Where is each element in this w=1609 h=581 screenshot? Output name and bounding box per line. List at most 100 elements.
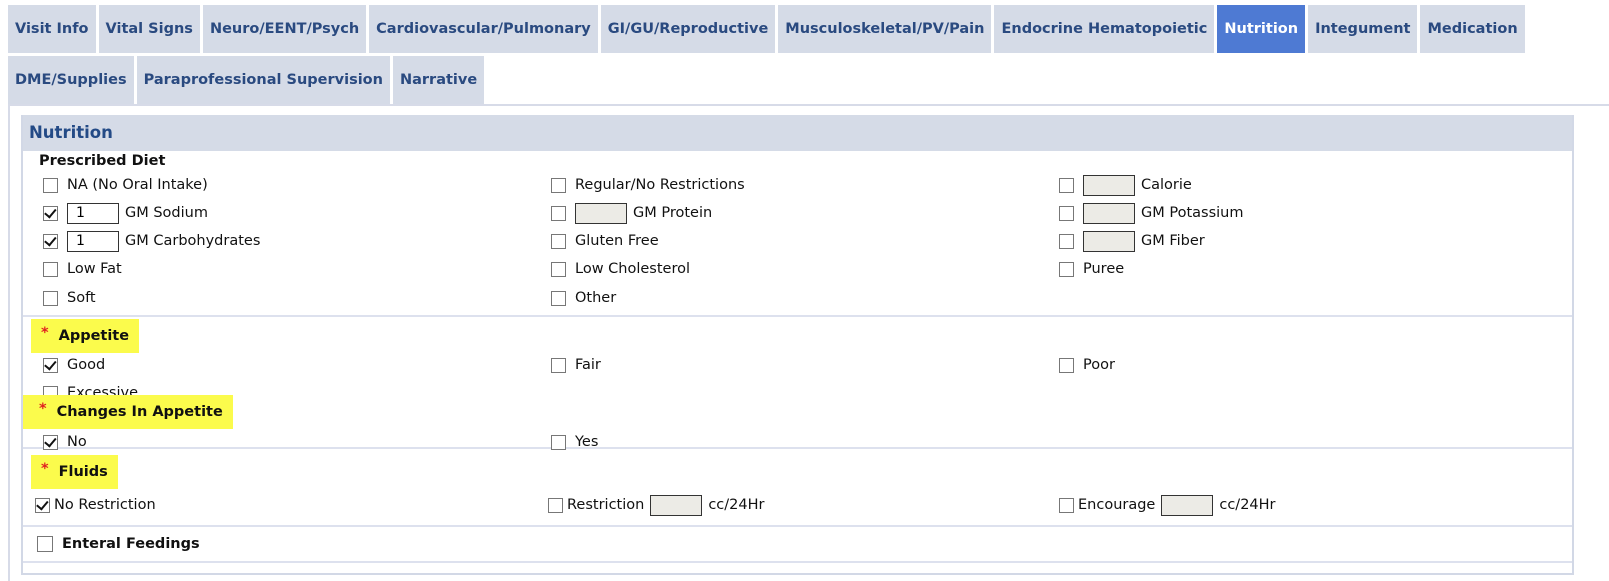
tab-nutrition[interactable]: Nutrition <box>1217 5 1306 53</box>
diet-puree-label: Puree <box>1083 261 1125 277</box>
diet-low-fat-label: Low Fat <box>67 261 122 277</box>
fluids-title: * Fluids <box>31 455 118 489</box>
tab-endocrine-hematopoietic[interactable]: Endocrine Hematopoietic <box>994 5 1215 53</box>
diet-soft-checkbox[interactable] <box>43 290 58 306</box>
diet-na-label: NA (No Oral Intake) <box>67 177 208 193</box>
changes-no-label: No <box>67 434 87 450</box>
tab-bar: Visit Info Vital Signs Neuro/EENT/Psych … <box>8 5 1525 107</box>
diet-regular-checkbox[interactable] <box>551 177 566 193</box>
tab-musculoskeletal-pv-pain[interactable]: Musculoskeletal/PV/Pain <box>778 5 992 53</box>
changes-no-checkbox[interactable] <box>43 434 58 450</box>
diet-calorie-label: Calorie <box>1141 177 1192 193</box>
diet-protein-option: GM Protein <box>551 199 712 227</box>
tab-vital-signs[interactable]: Vital Signs <box>98 5 200 53</box>
diet-regular-label: Regular/No Restrictions <box>575 177 745 193</box>
diet-puree-option: Puree <box>1059 255 1124 283</box>
diet-sodium-option: GM Sodium <box>43 199 208 227</box>
diet-na-checkbox[interactable] <box>43 177 58 193</box>
panel-title: Nutrition <box>23 115 1572 151</box>
diet-low-cholesterol-option: Low Cholesterol <box>551 255 690 283</box>
diet-soft-label: Soft <box>67 290 96 306</box>
fluids-restriction-input[interactable] <box>650 494 703 516</box>
diet-potassium-input[interactable] <box>1083 202 1135 224</box>
diet-soft-option: Soft <box>43 284 96 312</box>
fluids-section: * Fluids No Restriction Restriction cc/24… <box>23 449 1572 527</box>
diet-other-option: Other <box>551 284 616 312</box>
tab-neuro-eent-psych[interactable]: Neuro/EENT/Psych <box>202 5 367 53</box>
tab-row-1: Visit Info Vital Signs Neuro/EENT/Psych … <box>8 5 1525 53</box>
prescribed-diet-section: Prescribed Diet NA (No Oral Intake) Regu… <box>23 151 1572 317</box>
fluids-title-text: Fluids <box>58 464 108 480</box>
diet-calorie-input[interactable] <box>1083 174 1135 196</box>
enteral-feedings-label: Enteral Feedings <box>62 536 200 552</box>
tab-cardiovascular-pulmonary[interactable]: Cardiovascular/Pulmonary <box>369 5 598 53</box>
fluids-encourage-option: Encourage cc/24Hr <box>1059 491 1276 519</box>
diet-other-checkbox[interactable] <box>551 290 566 306</box>
enteral-section: Enteral Feedings <box>23 527 1572 563</box>
diet-fiber-label: GM Fiber <box>1141 233 1205 249</box>
diet-regular-option: Regular/No Restrictions <box>551 171 745 199</box>
diet-low-fat-option: Low Fat <box>43 255 122 283</box>
appetite-section: * Appetite Good Fair Poor Excessive * Chan <box>23 317 1572 450</box>
tab-narrative[interactable]: Narrative <box>392 56 485 104</box>
fluids-no-restriction-label: No Restriction <box>54 497 156 513</box>
diet-gluten-checkbox[interactable] <box>551 233 566 249</box>
diet-carbs-input[interactable] <box>67 230 119 252</box>
enteral-feedings-checkbox[interactable] <box>37 536 53 552</box>
tab-medication[interactable]: Medication <box>1420 5 1525 53</box>
appetite-poor-option: Poor <box>1059 351 1115 379</box>
diet-fiber-option: GM Fiber <box>1059 227 1205 255</box>
diet-potassium-option: GM Potassium <box>1059 199 1243 227</box>
changes-yes-label: Yes <box>575 434 599 450</box>
fluids-no-restriction-option: No Restriction <box>35 491 156 519</box>
diet-fiber-input[interactable] <box>1083 230 1135 252</box>
appetite-poor-label: Poor <box>1083 357 1115 373</box>
fluids-encourage-input[interactable] <box>1161 494 1214 516</box>
diet-carbs-label: GM Carbohydrates <box>125 233 261 249</box>
diet-sodium-input[interactable] <box>67 202 119 224</box>
changes-yes-checkbox[interactable] <box>551 434 566 450</box>
appetite-fair-label: Fair <box>575 357 601 373</box>
required-marker: * <box>41 325 49 341</box>
appetite-fair-checkbox[interactable] <box>551 357 566 373</box>
diet-carbs-checkbox[interactable] <box>43 233 58 249</box>
changes-in-appetite-title-text: Changes In Appetite <box>56 404 223 420</box>
tab-dme-supplies[interactable]: DME/Supplies <box>8 56 134 104</box>
diet-puree-checkbox[interactable] <box>1059 261 1074 277</box>
diet-potassium-label: GM Potassium <box>1141 205 1244 221</box>
fluids-encourage-checkbox[interactable] <box>1059 497 1074 513</box>
diet-low-cholesterol-checkbox[interactable] <box>551 261 566 277</box>
tab-visit-info[interactable]: Visit Info <box>8 5 96 53</box>
tab-paraprofessional-supervision[interactable]: Paraprofessional Supervision <box>136 56 390 104</box>
appetite-fair-option: Fair <box>551 351 601 379</box>
appetite-good-option: Good <box>43 351 105 379</box>
fluids-restriction-checkbox[interactable] <box>548 497 563 513</box>
diet-protein-input[interactable] <box>575 202 627 224</box>
fluids-encourage-unit: cc/24Hr <box>1219 497 1276 513</box>
diet-calorie-option: Calorie <box>1059 171 1192 199</box>
required-marker: * <box>41 461 49 477</box>
changes-in-appetite-title: * Changes In Appetite <box>23 395 233 429</box>
diet-protein-checkbox[interactable] <box>551 205 566 221</box>
appetite-title-text: Appetite <box>58 328 130 344</box>
tab-gi-gu-reproductive[interactable]: GI/GU/Reproductive <box>600 5 776 53</box>
appetite-good-checkbox[interactable] <box>43 357 58 373</box>
diet-potassium-checkbox[interactable] <box>1059 205 1074 221</box>
tab-integument[interactable]: Integument <box>1308 5 1418 53</box>
fluids-restriction-label: Restriction <box>567 497 645 513</box>
diet-sodium-checkbox[interactable] <box>43 205 58 221</box>
diet-gluten-option: Gluten Free <box>551 227 659 255</box>
diet-fiber-checkbox[interactable] <box>1059 233 1074 249</box>
diet-carbs-option: GM Carbohydrates <box>43 227 260 255</box>
diet-other-label: Other <box>575 290 617 306</box>
fluids-encourage-label: Encourage <box>1078 497 1156 513</box>
tab-row-2: DME/Supplies Paraprofessional Supervisio… <box>8 56 1525 104</box>
diet-calorie-checkbox[interactable] <box>1059 177 1074 193</box>
required-marker: * <box>39 401 47 417</box>
diet-low-fat-checkbox[interactable] <box>43 261 58 277</box>
diet-protein-label: GM Protein <box>633 205 713 221</box>
fluids-no-restriction-checkbox[interactable] <box>35 497 50 513</box>
appetite-title: * Appetite <box>31 319 140 353</box>
appetite-poor-checkbox[interactable] <box>1059 357 1074 373</box>
diet-sodium-label: GM Sodium <box>125 205 208 221</box>
